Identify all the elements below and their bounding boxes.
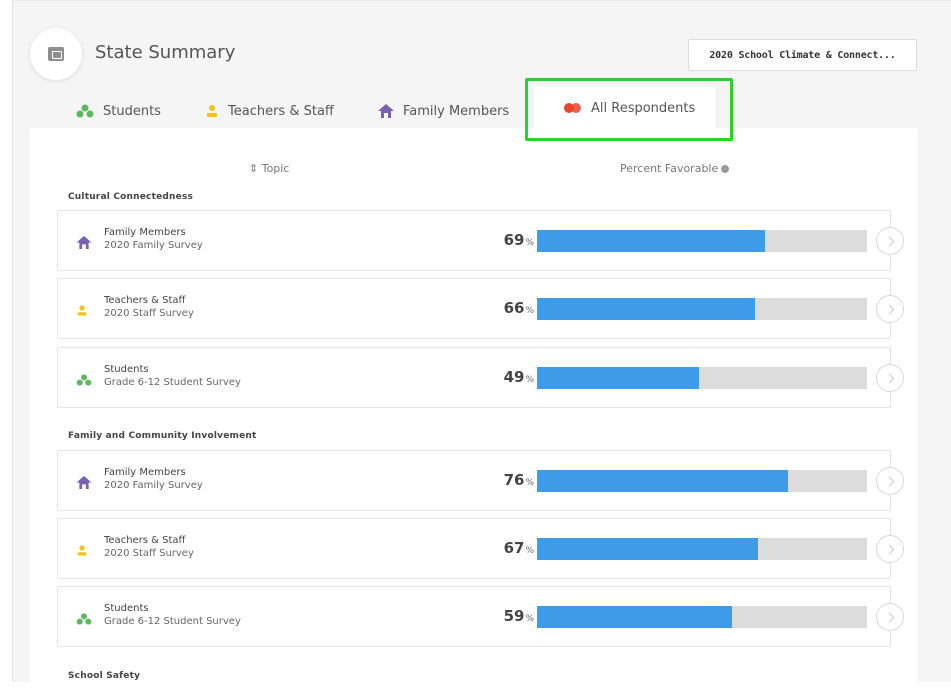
home-icon (76, 474, 92, 493)
survey-name: 2020 Staff Survey (104, 548, 194, 559)
favorable-bar-fill (537, 606, 732, 628)
percent-value: 59% (503, 607, 534, 625)
expand-chevron-icon[interactable] (876, 227, 904, 255)
percent-favorable-header: Percent Favorable (620, 162, 730, 175)
teacher-icon (76, 542, 88, 561)
survey-dropdown[interactable]: 2020 School Climate & Connect... (688, 39, 917, 71)
favorable-bar-fill (537, 538, 759, 560)
favorable-bar-fill (537, 470, 788, 492)
info-icon[interactable] (721, 165, 730, 173)
teacher-icon (76, 302, 88, 321)
all-respondents-icon (564, 103, 582, 113)
topic-row[interactable]: Students Grade 6-12 Student Survey 59% (57, 586, 904, 647)
favorable-bar-fill (537, 298, 755, 320)
percent-value: 67% (503, 539, 534, 557)
section-label: Family and Community Involvement (68, 431, 257, 441)
tab-students[interactable]: Students (76, 96, 161, 126)
topic-row[interactable]: Teachers & Staff 2020 Staff Survey 67% (57, 518, 904, 579)
tab-family-members[interactable]: Family Members (378, 96, 509, 126)
tab-label: Teachers & Staff (228, 103, 334, 119)
expand-chevron-icon[interactable] (876, 535, 904, 563)
survey-name: Grade 6-12 Student Survey (104, 377, 241, 388)
home-icon (378, 104, 394, 118)
survey-name: 2020 Staff Survey (104, 308, 194, 319)
expand-chevron-icon[interactable] (876, 467, 904, 495)
respondent-group: Students (104, 364, 149, 375)
tab-teachers-staff[interactable]: Teachers & Staff (205, 96, 334, 126)
favorable-bar-fill (537, 367, 699, 389)
percent-value: 66% (503, 299, 534, 317)
percent-value: 69% (503, 231, 534, 249)
tab-label: All Respondents (591, 100, 696, 116)
respondent-group: Family Members (104, 467, 186, 478)
favorable-bar-track (537, 230, 867, 252)
respondent-group: Students (104, 603, 149, 614)
favorable-bar-track (537, 367, 867, 389)
students-icon (76, 610, 92, 629)
favorable-bar-fill (537, 230, 765, 252)
tab-label: Students (103, 103, 161, 119)
tab-label: Family Members (403, 103, 510, 119)
teacher-icon (205, 104, 219, 118)
topic-row[interactable]: Family Members 2020 Family Survey 76% (57, 450, 904, 511)
favorable-bar-track (537, 538, 867, 560)
topic-row[interactable]: Students Grade 6-12 Student Survey 49% (57, 347, 904, 408)
percent-value: 49% (503, 368, 534, 386)
summary-icon (48, 47, 64, 61)
topic-row[interactable]: Teachers & Staff 2020 Staff Survey 66% (57, 278, 904, 339)
survey-name: 2020 Family Survey (104, 480, 203, 491)
expand-chevron-icon[interactable] (876, 364, 904, 392)
students-icon (76, 371, 92, 390)
page-title: State Summary (95, 42, 236, 63)
favorable-bar-track (537, 298, 867, 320)
expand-chevron-icon[interactable] (876, 603, 904, 631)
section-label: Cultural Connectedness (68, 192, 194, 202)
section-label: School Safety (68, 671, 141, 681)
percent-value: 76% (503, 471, 534, 489)
home-icon (76, 234, 92, 253)
favorable-bar-track (537, 470, 867, 492)
respondent-group: Family Members (104, 227, 186, 238)
state-summary-badge (30, 28, 82, 80)
survey-name: Grade 6-12 Student Survey (104, 616, 241, 627)
expand-chevron-icon[interactable] (876, 295, 904, 323)
survey-name: 2020 Family Survey (104, 240, 203, 251)
topic-column-header[interactable]: ⇕ Topic (249, 162, 289, 175)
topic-row[interactable]: Family Members 2020 Family Survey 69% (57, 210, 904, 271)
respondent-group: Teachers & Staff (104, 535, 186, 546)
tab-all-respondents[interactable]: All Respondents (534, 86, 716, 130)
favorable-bar-track (537, 606, 867, 628)
respondent-group: Teachers & Staff (104, 295, 186, 306)
students-icon (76, 104, 94, 118)
